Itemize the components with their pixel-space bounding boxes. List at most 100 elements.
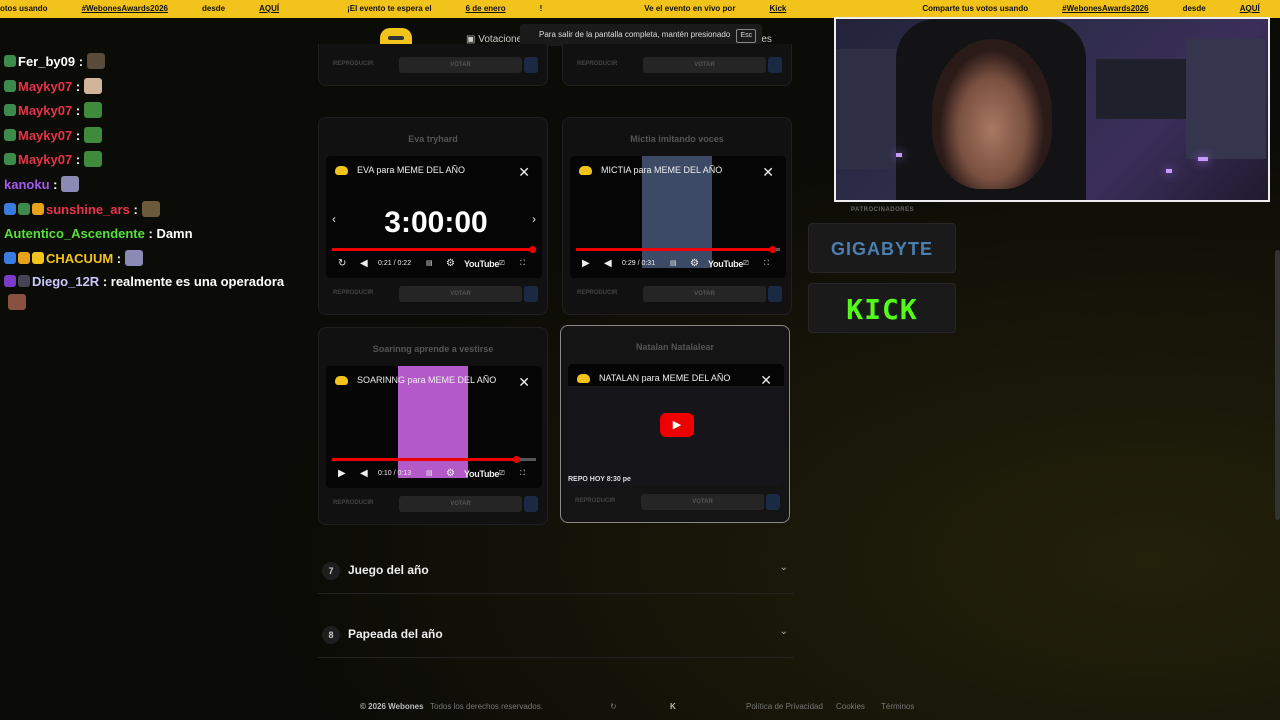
youtube-logo[interactable]: YouTube: [708, 254, 743, 274]
chat-username[interactable]: Diego_12R: [32, 274, 99, 289]
video-player[interactable]: EVA para MEME DEL AÑO ✕ 3:00:00 ‹ › ↻ ◀ 0:21 / …: [326, 156, 542, 278]
youtube-play-icon[interactable]: ▶: [660, 413, 694, 437]
play-icon[interactable]: ▶: [338, 464, 346, 484]
replay-icon[interactable]: ↻: [338, 254, 346, 274]
play-button[interactable]: REPRODUCIR: [333, 500, 373, 506]
chat-username[interactable]: Fer_by09: [18, 54, 75, 69]
share-icon[interactable]: [524, 286, 538, 302]
youtube-logo[interactable]: YouTube: [464, 254, 499, 274]
close-icon[interactable]: ✕: [762, 164, 774, 181]
fullscreen-icon[interactable]: ⛶: [520, 254, 525, 274]
cast-icon[interactable]: ⎚: [499, 464, 505, 484]
ticker-link[interactable]: Kick: [769, 0, 786, 18]
share-icon[interactable]: [766, 494, 780, 510]
chevron-left-icon[interactable]: ‹: [332, 212, 336, 226]
chat-username[interactable]: kanoku: [4, 177, 50, 192]
play-button[interactable]: REPRODUCIR: [575, 498, 615, 504]
channel-avatar-icon: [335, 376, 348, 385]
countdown-timer: 3:00:00: [384, 206, 488, 239]
video-time: 0:29 / 0:31: [622, 260, 656, 267]
category-juego-del-ano[interactable]: 7 Juego del año ⌄: [318, 550, 794, 594]
share-icon[interactable]: [768, 57, 782, 73]
ticker-text: !: [539, 4, 543, 13]
ticker-link[interactable]: AQUÍ: [259, 0, 279, 18]
video-progress-bar[interactable]: [576, 246, 780, 253]
nominee-title: Mictia imitando voces: [630, 134, 724, 144]
ticker-link[interactable]: 6 de enero: [466, 0, 506, 18]
vote-button[interactable]: VOTAR: [641, 494, 764, 510]
vote-button[interactable]: VOTAR: [643, 286, 766, 302]
video-controls: ▶ ◀ 0:29 / 0:31 ▤ ⚙ YouTube ⎚ ⛶: [570, 254, 786, 274]
settings-gear-icon[interactable]: ⚙: [446, 464, 455, 484]
vote-button[interactable]: VOTAR: [399, 286, 522, 302]
chat-username[interactable]: Mayky07: [18, 152, 72, 167]
video-progress-bar[interactable]: [332, 246, 536, 253]
emote-icon: [84, 126, 103, 143]
play-button[interactable]: REPRODUCIR: [577, 61, 617, 67]
fullscreen-icon[interactable]: ⛶: [520, 464, 525, 484]
volume-icon[interactable]: ◀: [360, 254, 368, 274]
subtitles-icon[interactable]: ▤: [426, 464, 433, 484]
vote-button[interactable]: VOTAR: [399, 496, 522, 512]
video-player[interactable]: SOARINNG para MEME DEL AÑO ✕ ▶ ◀ 0:10 / 0:13…: [326, 366, 542, 488]
chat-username[interactable]: CHACUUM: [46, 251, 113, 266]
subtitles-icon[interactable]: ▤: [426, 254, 433, 274]
video-title: SOARINNG para MEME DEL AÑO: [357, 375, 497, 385]
footer-terms-link[interactable]: Términos: [881, 702, 914, 711]
video-controls: ▶ ◀ 0:10 / 0:13 ▤ ⚙ YouTube ⎚ ⛶: [326, 464, 542, 484]
video-header: EVA para MEME DEL AÑO: [326, 156, 542, 184]
ticker-link[interactable]: #WebonesAwards2026: [82, 0, 168, 18]
badge-icon: [32, 202, 44, 215]
settings-gear-icon[interactable]: ⚙: [690, 254, 699, 274]
sponsor-kick[interactable]: KICK: [808, 283, 956, 333]
video-progress-bar[interactable]: [332, 456, 536, 463]
fullscreen-icon[interactable]: ⛶: [764, 254, 769, 274]
progress-handle[interactable]: [512, 456, 520, 463]
play-button[interactable]: REPRODUCIR: [577, 290, 617, 296]
play-icon[interactable]: ▶: [582, 254, 590, 274]
category-papeada-del-ano[interactable]: 8 Papeada del año ⌄: [318, 614, 794, 658]
volume-icon[interactable]: ◀: [360, 464, 368, 484]
close-icon[interactable]: ✕: [760, 372, 772, 389]
cast-icon[interactable]: ⎚: [743, 254, 749, 274]
badge-icon: [18, 251, 30, 264]
chat-username[interactable]: Mayky07: [18, 103, 72, 118]
close-icon[interactable]: ✕: [518, 374, 530, 391]
webones-small-icon[interactable]: ↻: [610, 702, 617, 711]
video-player[interactable]: NATALAN para MEME DEL AÑO ✕ ▶ REPO HOY 8:30…: [568, 364, 784, 486]
chat-separator: :: [99, 274, 108, 290]
ticker-item: otos usando #WebonesAwards2026 desde AQU…: [0, 0, 313, 18]
subtitles-icon[interactable]: ▤: [670, 254, 677, 274]
youtube-logo[interactable]: YouTube: [464, 464, 499, 484]
volume-icon[interactable]: ◀: [604, 254, 612, 274]
vote-button[interactable]: VOTAR: [399, 57, 522, 73]
footer-privacy-link[interactable]: Política de Privacidad: [746, 702, 823, 711]
ticker-link[interactable]: #WebonesAwards2026: [1062, 0, 1148, 18]
share-icon[interactable]: [524, 57, 538, 73]
badge-icon: [4, 55, 16, 67]
progress-handle[interactable]: [768, 246, 776, 253]
chat-username[interactable]: sunshine_ars: [46, 202, 130, 217]
close-icon[interactable]: ✕: [518, 164, 530, 181]
play-button[interactable]: REPRODUCIR: [333, 61, 373, 67]
chat-username[interactable]: Mayky07: [18, 79, 72, 94]
page-scrollbar[interactable]: [1275, 250, 1280, 520]
video-title: NATALAN para MEME DEL AÑO: [599, 373, 731, 383]
cast-icon[interactable]: ⎚: [499, 254, 505, 274]
chat-username[interactable]: Autentico_Ascendente: [4, 226, 145, 241]
kick-small-icon[interactable]: K: [670, 702, 676, 711]
settings-gear-icon[interactable]: ⚙: [446, 254, 455, 274]
share-icon[interactable]: [524, 496, 538, 512]
ticker-link[interactable]: AQUÍ: [1240, 0, 1260, 18]
progress-handle[interactable]: [528, 246, 536, 253]
footer-cookies-link[interactable]: Cookies: [836, 702, 865, 711]
play-button[interactable]: REPRODUCIR: [333, 290, 373, 296]
share-icon[interactable]: [768, 286, 782, 302]
vote-button[interactable]: VOTAR: [643, 57, 766, 73]
video-player[interactable]: MICTIA para MEME DEL AÑO ✕ ▶ ◀ 0:29 / 0:31 ▤ ⚙…: [570, 156, 786, 278]
sponsor-gigabyte[interactable]: GIGABYTE: [808, 223, 956, 273]
nominee-title: Eva tryhard: [408, 134, 458, 144]
chat-username[interactable]: Mayky07: [18, 128, 72, 143]
emote-icon: [141, 200, 160, 217]
chevron-right-icon[interactable]: ›: [532, 212, 536, 226]
